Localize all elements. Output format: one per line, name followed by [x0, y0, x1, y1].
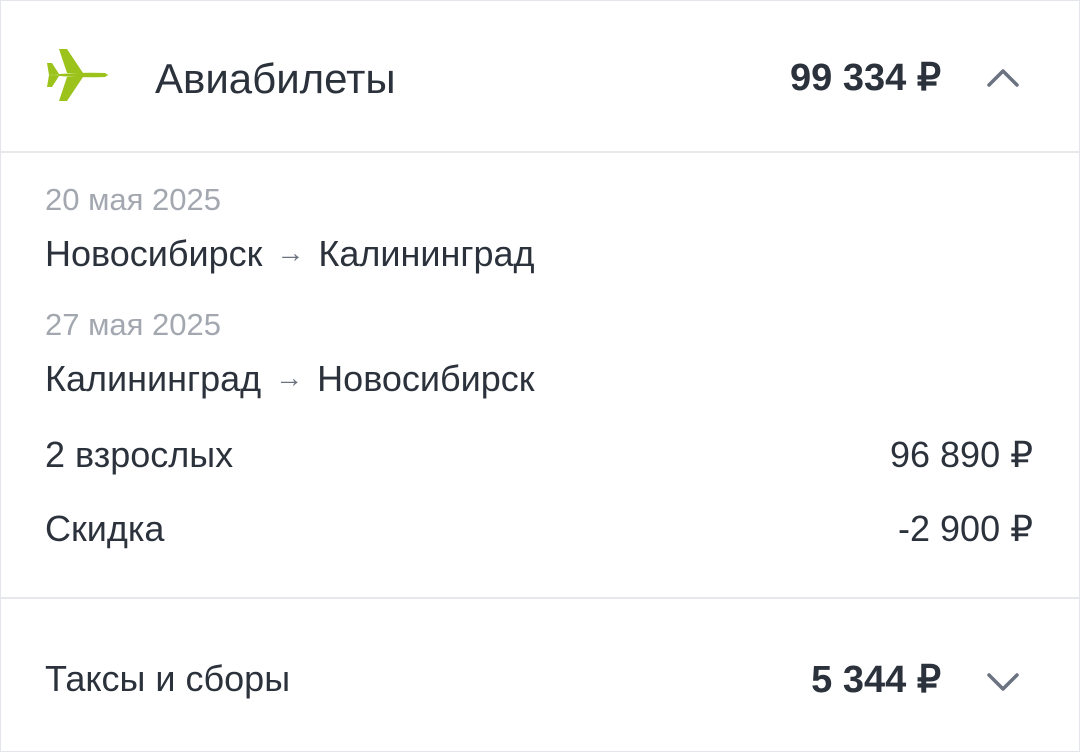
leg-2-to: Новосибирск	[317, 358, 535, 399]
discount-value: -2 900 ₽	[898, 508, 1033, 549]
arrow-right-icon: →	[276, 237, 305, 268]
price-breakdown-card: Авиабилеты 99 334 ₽ 20 мая 2025 Новосиби…	[0, 0, 1080, 752]
leg-2-date: 27 мая 2025	[45, 307, 222, 342]
flights-header[interactable]: Авиабилеты 99 334 ₽	[1, 1, 1079, 151]
passengers-label: 2 взрослых	[45, 434, 234, 475]
passengers-value: 96 890 ₽	[889, 434, 1033, 475]
taxes-label: Таксы и сборы	[45, 658, 291, 699]
leg-1-to: Калининград	[318, 233, 535, 274]
leg-2-route: Калининград → Новосибирск	[45, 356, 535, 405]
airplane-icon	[47, 49, 108, 101]
leg-1-date: 20 мая 2025	[45, 182, 222, 217]
leg-1-from: Новосибирск	[45, 233, 263, 274]
leg-1-route: Новосибирск → Калининград	[45, 231, 535, 280]
chevron-up-icon[interactable]	[981, 55, 1025, 99]
divider	[1, 151, 1079, 153]
flights-total: 99 334 ₽	[790, 57, 941, 99]
taxes-total: 5 344 ₽	[811, 659, 941, 701]
discount-label: Скидка	[45, 508, 165, 549]
arrow-right-icon: →	[275, 362, 304, 393]
chevron-down-icon[interactable]	[981, 659, 1025, 703]
leg-2-from: Калининград	[45, 358, 262, 399]
flights-title: Авиабилеты	[155, 55, 396, 102]
